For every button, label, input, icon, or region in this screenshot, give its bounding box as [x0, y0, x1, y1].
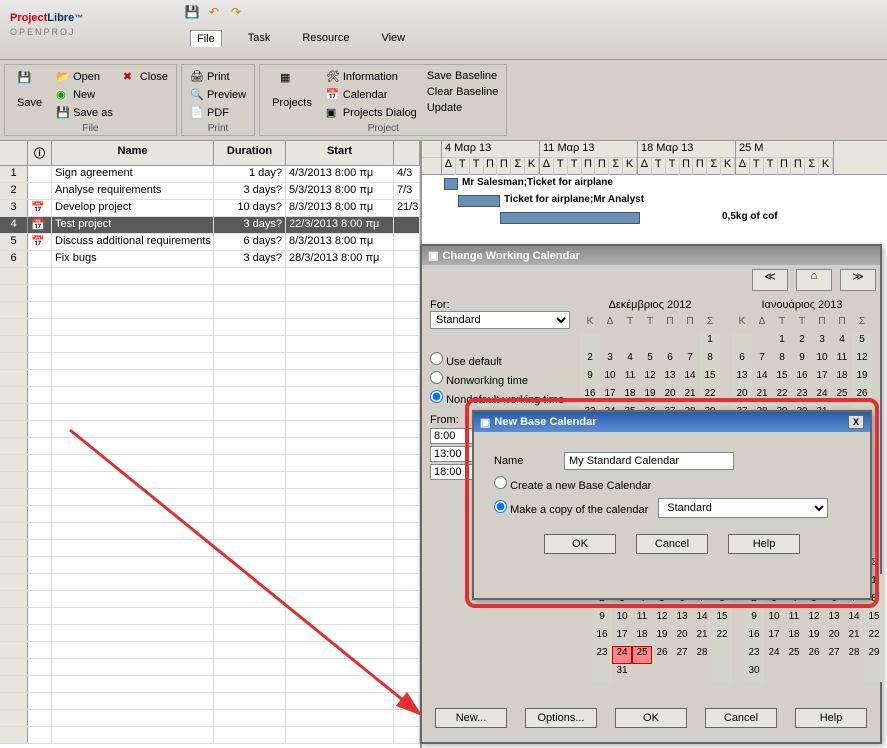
close-icon: ✖ [123, 70, 137, 84]
cal-prev-button[interactable]: ≪ [752, 269, 788, 291]
logo-part1: Project [10, 12, 47, 24]
task-row[interactable]: 5📅Discuss additional requirements6 days?… [0, 234, 420, 251]
col-duration[interactable]: Duration [214, 141, 286, 165]
for-select[interactable]: Standard [430, 311, 570, 329]
open-button[interactable]: 📂Open [54, 69, 115, 85]
dialog-icon: ▣ [480, 416, 490, 429]
cal-new-button[interactable]: New... [435, 708, 507, 728]
update-button[interactable]: Update [425, 101, 501, 115]
save-icon[interactable]: 💾 [184, 4, 200, 20]
task-row[interactable]: 1Sign agreement1 day?4/3/2013 8:00 πμ4/3 [0, 166, 420, 183]
gantt-bar-label-1: Mr Salesman;Ticket for airplane [462, 177, 613, 188]
group-print-label: Print [182, 123, 254, 134]
information-button[interactable]: 🛠Information [324, 69, 419, 85]
opt-nonworking[interactable]: Nonworking time [430, 371, 572, 387]
cal-next-button[interactable]: ≫ [840, 269, 876, 291]
logo-part2: Libre [47, 12, 74, 24]
calendar-icon: 📅 [326, 88, 340, 102]
cal-home-button[interactable]: ⌂ [796, 269, 832, 291]
disk-icon: 💾 [18, 71, 42, 95]
col-name[interactable]: Name [52, 141, 214, 165]
projects-button[interactable]: ▦ Projects [266, 69, 318, 121]
newcal-cancel-button[interactable]: Cancel [636, 534, 708, 554]
group-file-label: File [5, 123, 176, 134]
clear-baseline-button[interactable]: Clear Baseline [425, 85, 501, 99]
task-row[interactable]: 4📅Test project3 days?22/3/2013 8:00 πμ [0, 217, 420, 234]
col-indicator: ⓘ [28, 141, 52, 165]
preview-button[interactable]: 🔍Preview [188, 87, 248, 103]
newcal-close-button[interactable]: X [848, 415, 864, 429]
pdf-icon: 📄 [190, 106, 204, 120]
opt-default[interactable]: Use default [430, 352, 572, 368]
cal-options-button[interactable]: Options... [525, 708, 597, 728]
task-row[interactable]: 3📅Develop project10 days?8/3/2013 8:00 π… [0, 200, 420, 217]
newcal-title: New Base Calendar [494, 416, 596, 428]
quick-access-toolbar: 💾 ↶ ↷ [180, 0, 887, 24]
opt-make-copy[interactable]: Make a copy of the calendar [494, 500, 648, 516]
new-button[interactable]: ◉New [54, 87, 115, 103]
tab-resource[interactable]: Resource [296, 30, 355, 47]
cal-help-button[interactable]: Help [795, 708, 867, 728]
app-logo: ProjectLibre™ OPENPROJ [0, 0, 180, 59]
opt-nondefault[interactable]: Nondefault working time [430, 390, 572, 406]
print-button[interactable]: 🖨Print [188, 69, 248, 85]
folder-open-icon: 📂 [56, 70, 70, 84]
newcal-ok-button[interactable]: OK [544, 534, 616, 554]
calendar-button[interactable]: 📅Calendar [324, 87, 419, 103]
projects-dialog-button[interactable]: ▣Projects Dialog [324, 105, 419, 121]
save-button[interactable]: 💾 Save [11, 69, 48, 121]
cal-ok-button[interactable]: OK [615, 708, 687, 728]
new-icon: ◉ [56, 88, 70, 102]
opt-create-new[interactable]: Create a new Base Calendar [494, 476, 651, 492]
col-rownum [0, 141, 28, 165]
close-button[interactable]: ✖Close [121, 69, 170, 85]
gantt-bar-label-2: Ticket for airplane;Mr Analyst [504, 194, 644, 205]
cal-cancel-button[interactable]: Cancel [705, 708, 777, 728]
new-base-calendar-dialog: ▣ New Base Calendar X Name Create a new … [472, 410, 872, 600]
saveas-button[interactable]: 💾Save as [54, 105, 115, 121]
group-project-label: Project [260, 123, 506, 134]
tab-file[interactable]: File [190, 30, 222, 47]
col-start[interactable]: Start [286, 141, 394, 165]
preview-icon: 🔍 [190, 88, 204, 102]
undo-icon[interactable]: ↶ [206, 4, 222, 20]
printer-icon: 🖨 [190, 70, 204, 84]
dialog-icon: ▣ [326, 106, 340, 120]
month2-title: Ιανουάριος 2013 [732, 299, 872, 311]
for-label: For: [430, 299, 572, 311]
logo-sub: OPENPROJ [10, 27, 170, 37]
tab-view[interactable]: View [375, 30, 411, 47]
projects-icon: ▦ [280, 71, 304, 95]
dialog-title: Change Working Calendar [442, 250, 579, 262]
newcal-name-label: Name [494, 455, 554, 467]
redo-icon[interactable]: ↷ [228, 4, 244, 20]
tab-task[interactable]: Task [242, 30, 277, 47]
info-icon: 🛠 [326, 70, 340, 84]
task-row[interactable]: 6Fix bugs3 days?28/3/2013 8:00 πμ [0, 251, 420, 268]
task-table: ⓘ Name Duration Start 1Sign agreement1 d… [0, 141, 420, 748]
pdf-button[interactable]: 📄PDF [188, 105, 248, 121]
saveas-icon: 💾 [56, 106, 70, 120]
save-baseline-button[interactable]: Save Baseline [425, 69, 501, 83]
newcal-help-button[interactable]: Help [728, 534, 800, 554]
newcal-name-input[interactable] [564, 452, 734, 470]
copy-source-select[interactable]: Standard [658, 498, 828, 518]
task-row[interactable]: 2Analyse requirements3 days?5/3/2013 8:0… [0, 183, 420, 200]
gantt-bar-label-3: 0,5kg of cof [722, 211, 778, 222]
month1-title: Δεκέμβριος 2012 [580, 299, 720, 311]
dialog-icon: ▣ [428, 249, 438, 262]
